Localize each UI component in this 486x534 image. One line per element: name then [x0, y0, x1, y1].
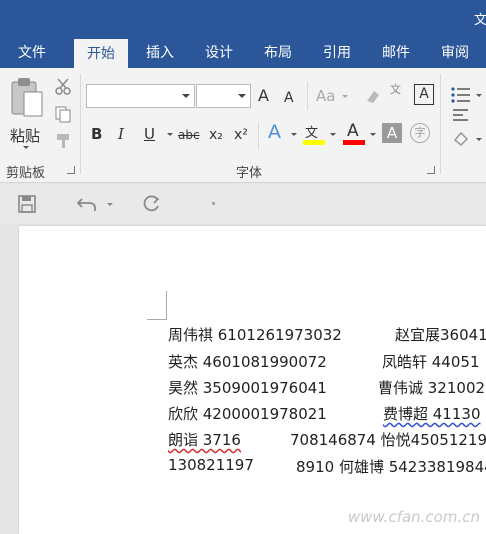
redo-icon[interactable] — [142, 194, 162, 214]
font-launcher-icon[interactable] — [427, 166, 435, 174]
font-color-glyph: A — [347, 121, 359, 141]
doc-line[interactable]: 欣欣 4200001978021 费博超 41130 — [168, 403, 481, 424]
enclose-characters-button[interactable]: 字 — [410, 123, 430, 143]
ribbon-tabs: 文件 开始 插入 设计 布局 引用 邮件 审阅 — [0, 38, 486, 68]
italic-button[interactable]: I — [118, 124, 124, 144]
customize-qat-icon[interactable] — [212, 202, 215, 205]
font-group-label: 字体 — [236, 166, 263, 181]
doc-line-right: 8910 何雄博 54233819844 — [296, 458, 486, 476]
chevron-down-icon — [370, 133, 376, 136]
clear-formatting-icon[interactable] — [364, 88, 382, 106]
character-border-button[interactable]: A — [414, 84, 434, 105]
save-icon[interactable] — [18, 195, 36, 213]
tab-insert[interactable]: 插入 — [146, 38, 174, 68]
group-divider — [80, 74, 81, 174]
tab-design[interactable]: 设计 — [205, 38, 233, 68]
grow-font-button[interactable]: A — [258, 86, 269, 106]
highlight-swatch — [303, 140, 325, 145]
tab-file[interactable]: 文件 — [18, 38, 46, 68]
ribbon: 粘贴 剪贴板 A A Aa 文 A B I U abc x₂ x² A 文 A … — [0, 68, 486, 183]
doc-line[interactable]: 130821197 8910 何雄博 54233819844 — [168, 456, 486, 476]
chevron-down-icon — [238, 94, 246, 98]
doc-line[interactable]: 周伟祺 6101261973032 赵宜展36041 — [168, 324, 486, 345]
tab-home[interactable]: 开始 — [74, 39, 128, 68]
paste-label: 粘贴 — [10, 127, 41, 145]
font-color-button[interactable]: A — [342, 121, 366, 146]
watermark: www.cfan.com.cn — [347, 508, 480, 526]
doc-line-right: 708146874 怡悦45051219 — [290, 431, 486, 449]
group-divider — [440, 74, 441, 174]
tab-review[interactable]: 审阅 — [441, 38, 469, 68]
chevron-down-icon — [23, 146, 29, 149]
chevron-down-icon — [182, 94, 190, 98]
text-effects-button[interactable]: A — [268, 122, 281, 142]
paste-button[interactable]: 粘贴 — [6, 76, 46, 150]
phonetic-guide-button[interactable]: 文 — [390, 84, 401, 96]
margin-corner-mark — [147, 291, 167, 320]
superscript-button[interactable]: x² — [234, 125, 248, 145]
window-title: 文 — [474, 13, 486, 28]
doc-line[interactable]: 昊然 3509001976041 曹伟诚 321002 — [168, 377, 485, 398]
doc-line-right: 曹伟诚 321002 — [378, 379, 486, 397]
chevron-down-icon — [330, 133, 336, 136]
character-shading-button[interactable]: A — [382, 123, 402, 143]
undo-icon[interactable] — [76, 195, 98, 213]
document-page[interactable]: 周伟祺 6101261973032 赵宜展36041 英杰 4601081990… — [19, 226, 486, 534]
quick-access-toolbar — [0, 184, 486, 224]
doc-line-right: 赵宜展36041 — [395, 326, 486, 344]
strikethrough-button[interactable]: abc — [178, 125, 200, 145]
doc-line-left: 130821197 — [168, 456, 254, 474]
doc-line-left: 欣欣 4200001978021 — [168, 405, 327, 423]
bold-button[interactable]: B — [91, 124, 102, 144]
chevron-down-icon — [476, 94, 482, 97]
chevron-down-icon — [291, 133, 297, 136]
change-case-button[interactable]: Aa — [316, 86, 335, 106]
chevron-down-icon — [167, 133, 173, 136]
clipboard-launcher-icon[interactable] — [67, 166, 75, 174]
cut-icon[interactable] — [54, 77, 72, 95]
doc-line[interactable]: 英杰 4601081990072 凤皓轩 44051 — [168, 351, 480, 372]
group-divider — [307, 82, 308, 110]
highlight-color-button[interactable]: 文 — [302, 122, 326, 146]
doc-line-left: 昊然 3509001976041 — [168, 379, 327, 397]
shading-icon[interactable] — [452, 130, 472, 148]
chevron-down-icon — [476, 138, 482, 141]
title-bar: 文 — [0, 0, 486, 38]
underline-button[interactable]: U — [144, 124, 155, 144]
font-size-combo[interactable] — [196, 84, 251, 108]
doc-line[interactable]: 朗诣 3716 708146874 怡悦45051219 — [168, 429, 486, 450]
align-left-icon[interactable] — [452, 108, 470, 124]
font-color-swatch — [343, 140, 365, 145]
format-painter-icon[interactable] — [54, 132, 72, 150]
bullets-icon[interactable] — [450, 86, 472, 104]
tab-mailings[interactable]: 邮件 — [382, 38, 410, 68]
tab-references[interactable]: 引用 — [323, 38, 351, 68]
doc-line-right: 凤皓轩 44051 — [382, 353, 480, 371]
clipboard-group-label: 剪贴板 — [6, 166, 46, 181]
subscript-button[interactable]: x₂ — [209, 125, 223, 145]
highlight-glyph: 文 — [305, 126, 319, 141]
copy-icon[interactable] — [54, 105, 72, 123]
group-divider — [258, 122, 259, 150]
chevron-down-icon — [342, 95, 348, 98]
font-name-combo[interactable] — [86, 84, 195, 108]
doc-line-right: 费博超 41130 — [383, 405, 481, 423]
clipboard-icon — [11, 78, 43, 117]
shrink-font-button[interactable]: A — [284, 88, 294, 108]
chevron-down-icon[interactable] — [107, 203, 113, 206]
tab-layout[interactable]: 布局 — [264, 38, 292, 68]
doc-line-left: 朗诣 3716 — [168, 431, 241, 449]
doc-line-left: 周伟祺 6101261973032 — [168, 326, 342, 344]
doc-line-left: 英杰 4601081990072 — [168, 353, 327, 371]
